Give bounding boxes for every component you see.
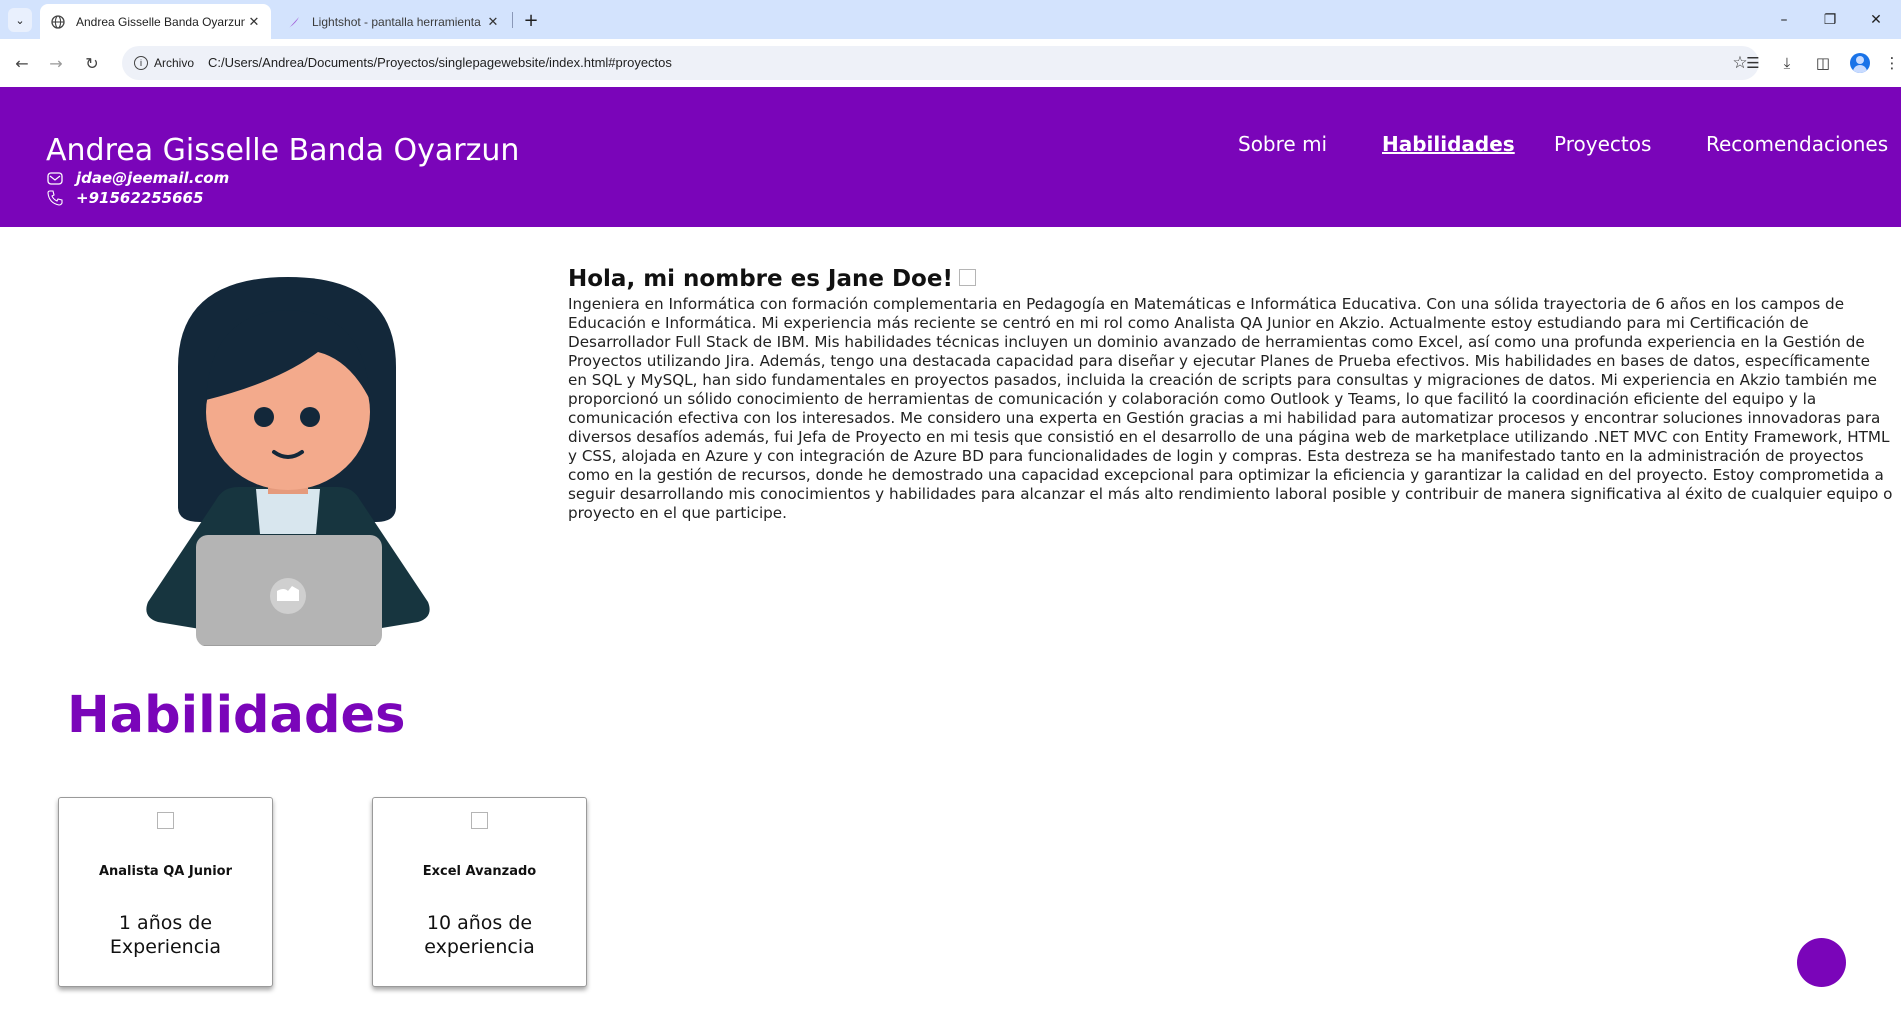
info-icon: i [134, 56, 148, 70]
site-info-chip[interactable]: i Archivo [130, 52, 202, 74]
feather-icon [286, 14, 302, 30]
close-window-icon[interactable]: ✕ [1853, 0, 1899, 39]
tab-active[interactable]: Andrea Gisselle Banda Oyarzun ✕ [40, 4, 271, 39]
profile-illustration [138, 272, 438, 649]
tab-separator [512, 12, 513, 28]
contact-phone[interactable]: +91562255665 [46, 189, 203, 207]
phone-icon [46, 190, 64, 206]
intro-heading-text: Hola, mi nombre es Jane Doe! [568, 266, 953, 293]
skill-name: Analista QA Junior [98, 864, 233, 879]
address-bar[interactable]: i Archivo C:/Users/Andrea/Documents/Proy… [122, 46, 1759, 80]
skill-years: 10 años de experiencia [424, 912, 535, 958]
reload-icon[interactable]: ↻ [80, 51, 104, 75]
contact-email[interactable]: jdae@jeemail.com [46, 169, 229, 187]
minimize-icon[interactable]: – [1761, 0, 1807, 39]
intro-heading: Hola, mi nombre es Jane Doe! [568, 266, 976, 292]
new-tab-plus-icon[interactable]: + [519, 8, 543, 32]
tab-title: Andrea Gisselle Banda Oyarzun [76, 14, 245, 29]
url-text[interactable]: C:/Users/Andrea/Documents/Proyectos/sing… [208, 55, 672, 70]
skill-years: 1 años de Experiencia [109, 912, 222, 958]
mail-icon [46, 171, 64, 185]
skill-card: Analista QA Junior 1 años de Experiencia [58, 797, 273, 987]
more-menu-icon[interactable]: ⋮ [1880, 51, 1901, 75]
profile-avatar-icon[interactable] [1848, 51, 1872, 75]
nav-link-recomendaciones[interactable]: Recomendaciones [1706, 132, 1888, 156]
restore-icon[interactable]: ❐ [1807, 0, 1853, 39]
tab-inactive[interactable]: Lightshot - pantalla herramienta ✕ [276, 4, 510, 39]
site-info-label: Archivo [154, 56, 195, 70]
side-panel-icon[interactable]: ◫ [1811, 51, 1835, 75]
skills-heading: Habilidades [67, 686, 406, 745]
tab-close-icon[interactable]: ✕ [484, 13, 502, 31]
globe-icon [50, 14, 66, 30]
broken-image-icon [157, 812, 174, 829]
tab-title: Lightshot - pantalla herramienta [312, 14, 481, 29]
broken-image-icon [958, 269, 976, 287]
email-text[interactable]: jdae@jeemail.com [76, 169, 229, 187]
nav-link-sobre-mi[interactable]: Sobre mi [1238, 132, 1327, 156]
skill-card: Excel Avanzado 10 años de experiencia [372, 797, 587, 987]
nav-link-proyectos[interactable]: Proyectos [1554, 132, 1651, 156]
back-arrow-icon[interactable]: ← [10, 51, 34, 75]
browser-toolbar: ← → ↻ i Archivo C:/Users/Andrea/Document… [0, 39, 1901, 88]
nav-link-habilidades[interactable]: Habilidades [1382, 132, 1515, 156]
floating-action-button[interactable] [1797, 938, 1846, 987]
skill-name: Excel Avanzado [422, 864, 537, 879]
site-header: Andrea Gisselle Banda Oyarzun jdae@jeema… [0, 87, 1901, 227]
forward-arrow-icon[interactable]: → [44, 51, 68, 75]
tab-close-icon[interactable]: ✕ [245, 13, 263, 31]
download-icon[interactable]: ⤓ [1775, 51, 1799, 75]
intro-paragraph: Ingeniera en Informática con formación c… [568, 295, 1893, 522]
media-queue-icon[interactable]: ☰ [1741, 51, 1765, 75]
broken-image-icon [471, 812, 488, 829]
site-owner-name: Andrea Gisselle Banda Oyarzun [46, 133, 520, 168]
phone-text[interactable]: +91562255665 [76, 189, 203, 207]
tab-search-chevron-icon[interactable]: ⌄ [8, 8, 32, 32]
browser-tab-bar: ⌄ Andrea Gisselle Banda Oyarzun ✕ Lights… [0, 0, 1901, 39]
